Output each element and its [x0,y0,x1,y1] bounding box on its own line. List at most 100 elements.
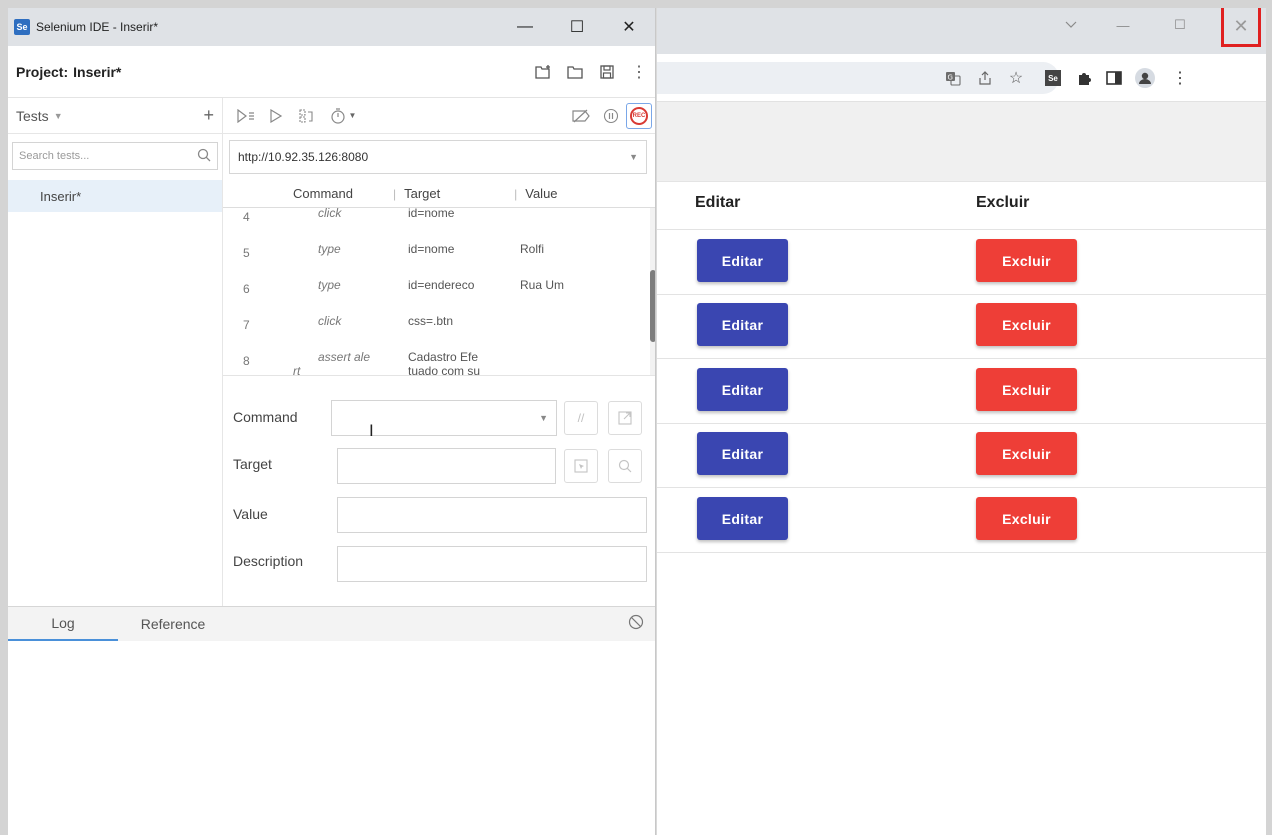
selenium-extension-icon[interactable]: Se [1042,67,1064,89]
tests-dropdown[interactable]: Tests [16,108,49,124]
delete-button[interactable]: Excluir [976,239,1077,282]
browser-minimize-button[interactable]: — [1103,8,1143,42]
grid-scroll-thumb[interactable] [650,270,655,342]
row-command-wrap: rt [293,364,301,376]
target-input[interactable] [337,448,556,484]
run-all-tests-icon[interactable] [231,101,261,131]
test-item-inserir[interactable]: Inserir* [8,180,222,212]
tests-caret-icon[interactable]: ▼ [54,111,63,121]
column-header-delete: Excluir [976,194,1030,211]
delete-button[interactable]: Excluir [976,497,1077,540]
svg-text:G: G [948,74,953,82]
more-options-icon[interactable]: ⋮ [623,56,655,88]
side-panel-icon[interactable] [1103,67,1125,89]
profile-avatar-icon[interactable] [1134,67,1156,89]
search-tests-input[interactable]: Search tests... [12,142,218,170]
browser-maximize-button[interactable]: ☐ [1160,8,1200,42]
browser-menu-icon[interactable]: ⋮ [1169,67,1191,89]
row-value: Rolfi [520,242,545,256]
target-label: Target [233,456,272,472]
command-row[interactable]: 7 click css=.btn [223,306,643,342]
log-tabs: Log Reference [8,607,655,641]
browser-close-button[interactable]: ✕ [1221,8,1261,47]
row-target: id=nome [408,242,455,256]
find-target-icon[interactable] [608,449,642,483]
row-number: 6 [243,282,250,296]
translate-icon[interactable]: G [942,67,964,89]
edit-button[interactable]: Editar [697,432,788,475]
row-divider [657,487,1266,488]
command-row[interactable]: 4 click id=nome [223,208,643,234]
ide-maximize-button[interactable]: ☐ [551,8,603,46]
row-divider [657,229,1266,230]
ide-title-bar: Se Selenium IDE - Inserir* — ☐ ✕ [8,8,655,46]
column-separator: | [393,186,397,201]
tab-search-chevron-icon[interactable] [1051,8,1091,42]
value-input[interactable] [337,497,647,533]
record-icon: REC [630,106,648,125]
row-number: 8 [243,354,250,368]
desktop-frame-left [0,0,8,835]
ide-close-button[interactable]: ✕ [603,8,655,46]
column-header-value: Value [525,186,558,201]
row-divider [657,358,1266,359]
selenium-ide-window: Se Selenium IDE - Inserir* — ☐ ✕ Project… [8,8,656,835]
row-value: Rua Um [520,278,565,292]
address-bar[interactable] [657,62,1059,94]
description-label: Description [233,553,304,569]
command-row[interactable]: 8 assert ale rt Cadastro Efe tuado com s… [223,342,643,376]
edit-button[interactable]: Editar [697,368,788,411]
desktop-frame-top [0,0,1272,8]
project-name[interactable]: Inserir* [73,64,121,80]
record-button[interactable]: REC [626,102,652,129]
ide-minimize-button[interactable]: — [499,8,551,46]
row-command: click [318,208,342,220]
description-input[interactable] [337,546,647,582]
disable-breakpoints-icon[interactable] [566,101,596,131]
delete-button[interactable]: Excluir [976,368,1077,411]
delete-button[interactable]: Excluir [976,432,1077,475]
chevron-down-icon[interactable]: ▼ [539,413,548,423]
command-row[interactable]: 6 type id=endereco Rua Um [223,270,643,306]
row-divider [657,423,1266,424]
search-tests-placeholder: Search tests... [19,150,90,162]
edit-button[interactable]: Editar [697,497,788,540]
row-number: 5 [243,246,250,260]
base-url-dropdown[interactable]: http://10.92.35.126:8080 ▼ [229,140,647,174]
step-over-icon[interactable] [291,101,321,131]
tests-header: Tests ▼ + [8,98,222,134]
ide-window-title: Selenium IDE - Inserir* [36,20,159,34]
edit-button[interactable]: Editar [697,239,788,282]
extensions-puzzle-icon[interactable] [1073,67,1095,89]
project-label: Project: [16,63,69,80]
save-project-icon[interactable] [591,56,623,88]
row-command: type [318,278,341,292]
run-current-test-icon[interactable] [261,101,291,131]
row-target: css=.btn [408,314,454,328]
commands-grid-header: Command | Target | Value [223,180,655,208]
command-input[interactable]: ▼ [331,400,557,436]
command-row[interactable]: 5 type id=nome Rolfi [223,234,643,270]
add-test-icon[interactable]: + [203,105,214,126]
browser-title-bar: — ☐ ✕ [657,8,1266,54]
bookmark-star-icon[interactable]: ☆ [1005,67,1027,89]
edit-button[interactable]: Editar [697,303,788,346]
delete-button[interactable]: Excluir [976,303,1077,346]
share-icon[interactable] [974,67,996,89]
select-target-icon[interactable] [564,449,598,483]
row-command: assert ale [318,350,371,364]
speed-timer-icon[interactable]: ▼ [321,101,365,131]
comment-toggle-button[interactable]: // [564,401,598,435]
open-project-icon[interactable] [559,56,591,88]
pause-on-exceptions-icon[interactable] [596,101,626,131]
open-reference-icon[interactable] [608,401,642,435]
tab-log[interactable]: Log [8,607,118,641]
tab-reference[interactable]: Reference [118,607,228,641]
value-label: Value [233,506,268,522]
row-target: id=nome [408,208,455,220]
row-target-wrap: tuado com su [408,364,481,376]
grid-scrollbar[interactable] [650,208,655,375]
project-bar: Project: Inserir* ⋮ [8,46,655,98]
new-project-icon[interactable] [527,56,559,88]
clear-log-icon[interactable] [628,614,644,635]
